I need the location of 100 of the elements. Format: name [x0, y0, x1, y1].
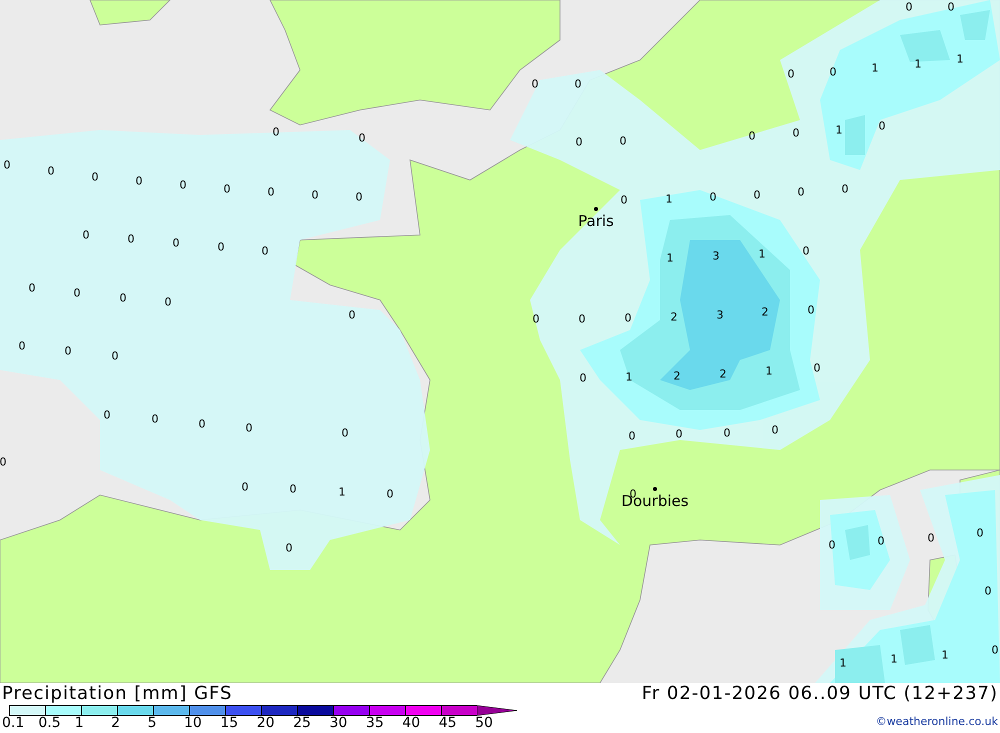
precipitation-value: 0	[242, 482, 248, 492]
precipitation-value: 0	[312, 190, 318, 200]
precipitation-value: 0	[152, 414, 158, 424]
precipitation-value: 1	[666, 252, 674, 264]
precipitation-value: 0	[246, 422, 252, 434]
precipitation-value: 1	[338, 486, 346, 498]
precipitation-value: 0	[104, 410, 110, 420]
precipitation-value: 0	[724, 428, 730, 438]
precipitation-value: 1	[836, 124, 842, 136]
precipitation-value: 0	[798, 186, 804, 198]
precipitation-value: 0	[976, 528, 984, 538]
precipitation-value: 0	[74, 288, 80, 298]
precipitation-value: 0	[580, 372, 586, 384]
precipitation-value: 0	[620, 194, 628, 206]
precipitation-value: 0	[18, 340, 26, 352]
precipitation-value: 0	[172, 238, 180, 248]
precipitation-value: 0	[64, 346, 72, 356]
legend-label: 5	[148, 716, 158, 731]
precipitation-value: 0	[532, 78, 538, 90]
precipitation-value: 2	[720, 368, 726, 380]
precipitation-value: 2	[762, 306, 768, 318]
legend-label: 0.5	[38, 716, 62, 731]
precipitation-value: 1	[758, 248, 766, 260]
precipitation-value: 2	[670, 312, 678, 322]
precipitation-value: 0	[842, 184, 848, 194]
precipitation-value: 0	[814, 362, 820, 374]
precipitation-value: 0	[620, 136, 626, 146]
precipitation-value: 1	[890, 654, 898, 664]
precipitation-value: 0	[164, 296, 172, 308]
precipitation-value: 0	[92, 172, 98, 182]
legend-label: 15	[220, 716, 240, 731]
valid-time: Fr 02-01-2026 06..09 UTC (12+237)	[642, 683, 998, 705]
precipitation-value: 0	[878, 536, 884, 546]
precipitation-value: 0	[198, 418, 206, 430]
precipitation-value: 0	[792, 128, 800, 138]
precipitation-value: 1	[666, 194, 672, 204]
precipitation-value: 0	[48, 166, 54, 176]
precipitation-value: 0	[272, 126, 280, 138]
legend-label: 1	[74, 716, 85, 731]
precipitation-value: 0	[128, 234, 134, 244]
precipitation-value: 0	[356, 192, 362, 202]
precipitation-value: 0	[576, 136, 582, 148]
precipitation-value: 0	[772, 424, 778, 436]
precipitation-value: 1	[872, 62, 878, 74]
map-title: Precipitation [mm] GFS	[2, 683, 234, 705]
city-marker-icon	[653, 487, 657, 491]
precipitation-value: 3	[716, 310, 724, 320]
precipitation-value: 0	[386, 488, 394, 500]
credit-text: ©weatheronline.co.uk	[876, 715, 998, 728]
legend-label: 40	[402, 716, 422, 731]
legend-label: 0.1	[2, 716, 26, 731]
legend-label: 35	[366, 716, 385, 731]
legend-label: 45	[438, 716, 458, 731]
precipitation-value: 1	[626, 372, 632, 382]
precipitation-value: 0	[624, 312, 632, 324]
precipitation-value: 0	[802, 246, 810, 256]
legend-label: 10	[184, 716, 203, 731]
precipitation-value: 1	[840, 658, 846, 668]
precipitation-value: 3	[712, 250, 720, 262]
precipitation-value: 2	[674, 370, 680, 382]
precipitation-value: 0	[28, 282, 36, 294]
precipitation-value: 0	[0, 456, 6, 468]
precipitation-value: 0	[218, 242, 224, 252]
precipitation-value: 0	[290, 484, 296, 494]
precipitation-value: 0	[4, 160, 10, 170]
precipitation-value: 1	[942, 650, 948, 660]
legend-arrow-icon	[477, 705, 517, 716]
precipitation-value: 0	[748, 130, 756, 142]
precipitation-value: 0	[992, 644, 998, 656]
precipitation-value: 0	[532, 314, 540, 324]
city-label: Paris	[578, 214, 614, 229]
precipitation-value: 0	[710, 192, 716, 202]
precipitation-value: 0	[906, 2, 912, 12]
precipitation-value: 0	[348, 310, 356, 320]
precipitation-value: 0	[984, 586, 992, 596]
precipitation-value: 0	[628, 430, 636, 442]
precipitation-value: 0	[878, 120, 886, 132]
legend-label: 50	[475, 716, 494, 731]
precipitation-value: 0	[828, 540, 836, 550]
legend-label: 2	[111, 716, 122, 731]
precipitation-value: 0	[948, 2, 954, 12]
precipitation-value: 1	[914, 58, 922, 70]
precipitation-value: 0	[928, 532, 934, 544]
legend-label: 20	[256, 716, 276, 731]
precipitation-value: 0	[112, 350, 118, 362]
precipitation-value: 0	[286, 542, 292, 554]
precipitation-value: 0	[754, 190, 760, 200]
precipitation-value: 0	[574, 78, 582, 90]
precipitation-value: 0	[136, 176, 142, 186]
precipitation-value: 0	[268, 186, 274, 198]
precipitation-value: 1	[766, 366, 772, 376]
precipitation-value: 0	[262, 246, 268, 256]
precipitation-value: 0	[180, 180, 186, 190]
precipitation-value: 1	[956, 54, 964, 64]
precipitation-value: 0	[676, 428, 682, 440]
precipitation-value: 0	[82, 230, 90, 240]
precipitation-value: 0	[830, 66, 836, 78]
precipitation-value: 0	[358, 132, 366, 144]
precipitation-value: 0	[342, 428, 348, 438]
precipitation-value: 0	[120, 292, 126, 304]
